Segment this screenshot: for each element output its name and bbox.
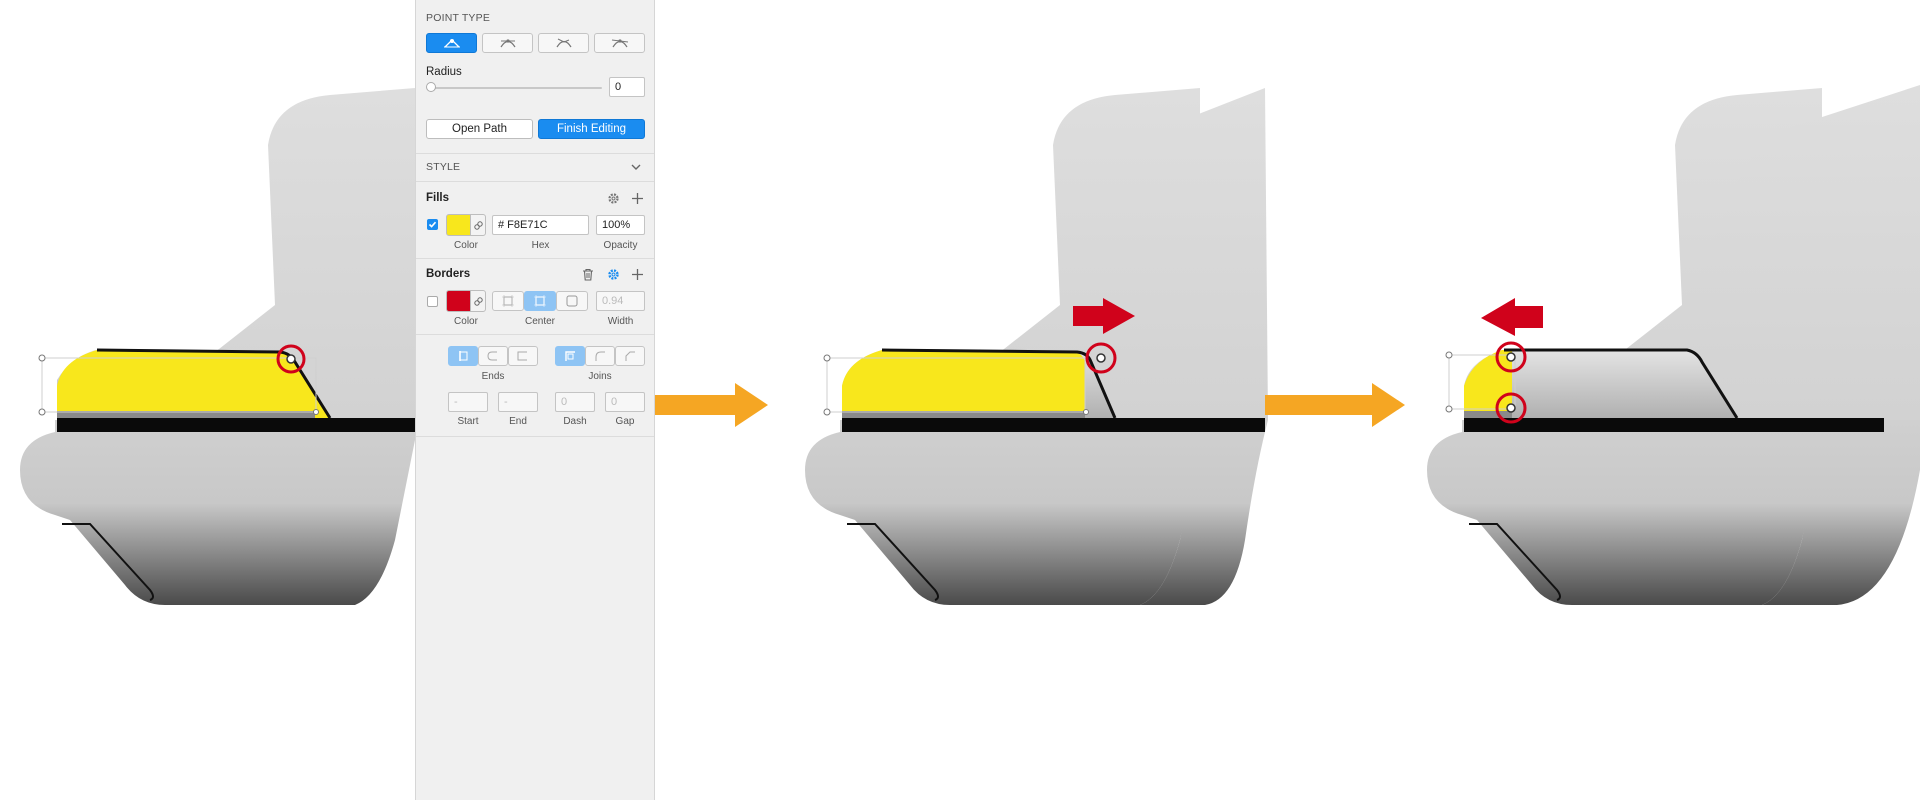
divider (416, 153, 654, 154)
dash-label: Dash (563, 416, 587, 427)
fill-hex-label: Hex (531, 240, 550, 251)
border-width-label: Width (607, 316, 634, 327)
join-round-button[interactable] (585, 346, 615, 366)
round-join-icon (595, 351, 605, 361)
trash-icon[interactable] (582, 268, 594, 281)
straight-point-icon (443, 39, 460, 48)
end-arrow-select[interactable]: - (498, 392, 538, 412)
start-arrow-select[interactable]: - (448, 392, 488, 412)
border-outside-icon (566, 295, 578, 307)
radius-input[interactable]: 0 (609, 77, 645, 97)
fill-opacity-label: Opacity (603, 240, 638, 251)
checkmark-icon (428, 221, 437, 228)
end-label: End (509, 416, 527, 427)
end-butt-button[interactable] (448, 346, 478, 366)
round-cap-icon (487, 351, 497, 361)
link-icon (473, 220, 483, 230)
gap-input[interactable]: 0 (605, 392, 645, 412)
border-position-center[interactable] (524, 291, 556, 311)
link-icon (473, 296, 483, 306)
asymmetric-point-icon (611, 39, 628, 48)
divider (416, 181, 654, 182)
point-type-disconnected[interactable] (538, 33, 589, 53)
borders-title: Borders (426, 268, 471, 280)
border-link-button[interactable] (470, 290, 486, 312)
disconnected-point-icon (555, 38, 572, 48)
end-square-button[interactable] (508, 346, 538, 366)
join-bevel-button[interactable] (615, 346, 645, 366)
divider (416, 258, 654, 259)
point-type-asymmetric[interactable] (594, 33, 645, 53)
radius-slider-track[interactable] (430, 87, 602, 89)
border-position-outside[interactable] (556, 291, 588, 311)
border-inside-icon (502, 295, 514, 307)
point-type-header: POINT TYPE (426, 12, 491, 24)
square-cap-icon (517, 351, 527, 361)
scene-1-artwork (19, 87, 416, 606)
fills-title: Fills (426, 192, 450, 204)
fill-opacity-input[interactable]: 100% (596, 215, 645, 235)
bevel-join-icon (625, 351, 635, 361)
ends-label: Ends (481, 371, 505, 382)
divider (416, 334, 654, 335)
divider (416, 436, 654, 437)
open-path-button[interactable]: Open Path (426, 119, 533, 139)
inspector-panel: POINT TYPE Radius 0 Open Path Finish Edi… (415, 0, 655, 800)
point-type-mirrored[interactable] (482, 33, 533, 53)
joins-label: Joins (588, 371, 612, 382)
fill-hex-input[interactable]: # F8E71C (492, 215, 589, 235)
scene-3-artwork (1426, 85, 1920, 606)
miter-join-icon (565, 351, 575, 361)
point-type-straight[interactable] (426, 33, 477, 53)
move-left-arrow (1481, 298, 1543, 336)
border-color-label: Color (454, 316, 478, 327)
gear-icon[interactable] (607, 268, 620, 281)
fill-enabled-checkbox[interactable] (427, 219, 438, 230)
radius-slider-knob[interactable] (426, 82, 436, 92)
add-fill-icon[interactable] (631, 192, 644, 205)
border-width-input[interactable]: 0.94 (596, 291, 645, 311)
fill-link-button[interactable] (470, 214, 486, 236)
canvas-artwork (19, 85, 1920, 606)
flow-arrow-2 (1265, 383, 1405, 427)
gear-icon[interactable] (607, 192, 620, 205)
style-header: STYLE (426, 161, 461, 173)
chevron-down-icon[interactable] (630, 162, 642, 172)
canvas (0, 0, 1920, 800)
butt-cap-icon (459, 351, 468, 361)
gap-label: Gap (615, 416, 635, 427)
start-label: Start (457, 416, 479, 427)
finish-editing-button[interactable]: Finish Editing (538, 119, 645, 139)
scene-2-artwork (804, 87, 1268, 606)
border-center-icon (534, 295, 546, 307)
join-miter-button[interactable] (555, 346, 585, 366)
end-round-button[interactable] (478, 346, 508, 366)
border-position-inside[interactable] (492, 291, 524, 311)
fill-color-label: Color (454, 240, 478, 251)
mirrored-point-icon (499, 39, 516, 48)
border-center-label: Center (524, 316, 555, 327)
border-enabled-checkbox[interactable] (427, 296, 438, 307)
add-border-icon[interactable] (631, 268, 644, 281)
dash-input[interactable]: 0 (555, 392, 595, 412)
radius-label: Radius (426, 66, 462, 78)
